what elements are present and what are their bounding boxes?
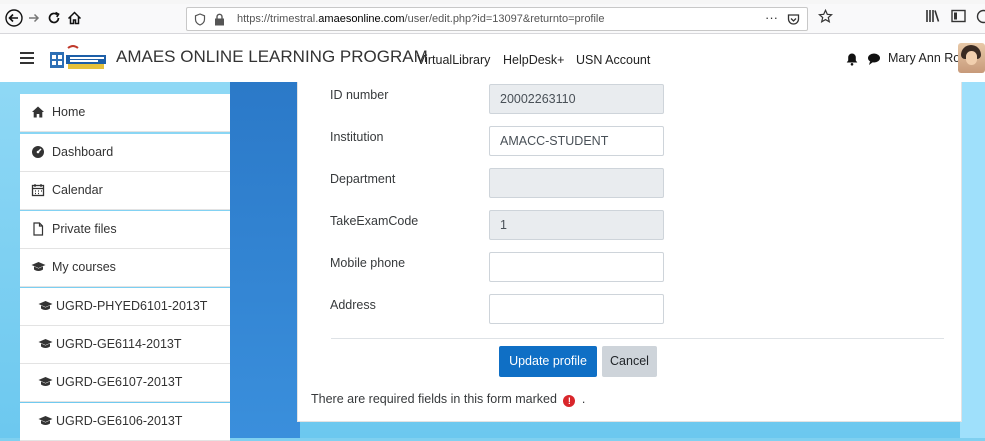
site-brand-name[interactable]: AMAES ONLINE LEARNING PROGRAM xyxy=(116,47,428,67)
institution-field[interactable]: AMACC-STUDENT xyxy=(489,126,664,156)
sidebar-item-course-phyed6101[interactable]: UGRD-PHYED6101-2013T xyxy=(20,288,230,326)
home-icon xyxy=(31,105,45,119)
sidebar-item-label: UGRD-PHYED6101-2013T xyxy=(56,299,207,313)
graduation-cap-icon xyxy=(38,375,52,389)
field-label-institution: Institution xyxy=(330,130,384,144)
nav-link-usn-account[interactable]: USN Account xyxy=(576,53,650,67)
sidebar-item-home[interactable]: Home xyxy=(20,94,230,132)
pocket-icon[interactable] xyxy=(787,12,800,34)
field-label-mobile-phone: Mobile phone xyxy=(330,256,405,270)
required-note-end: . xyxy=(582,392,585,406)
library-icon[interactable] xyxy=(925,9,940,27)
account-icon[interactable] xyxy=(976,9,985,28)
avatar[interactable] xyxy=(958,43,985,73)
sidebar-item-dashboard[interactable]: Dashboard xyxy=(20,134,230,172)
dashboard-icon xyxy=(31,145,45,159)
required-fields-note: There are required fields in this form m… xyxy=(311,392,585,407)
forward-icon[interactable] xyxy=(24,8,44,28)
nav-link-virtual-library[interactable]: VirtualLibrary xyxy=(417,53,490,67)
department-field xyxy=(489,168,664,198)
mobile-phone-field[interactable] xyxy=(489,252,664,282)
nav-drawer: Home Dashboard Calendar Private files My… xyxy=(20,82,230,438)
sidebar-item-label: My courses xyxy=(52,260,116,274)
home-browser-icon[interactable] xyxy=(64,8,84,28)
url-text: https://trimestral.amaesonline.com/user/… xyxy=(237,8,605,30)
sidebar-item-private-files[interactable]: Private files xyxy=(20,211,230,249)
field-label-id-number: ID number xyxy=(330,88,388,102)
field-label-department: Department xyxy=(330,172,395,186)
sidebar-item-label: Private files xyxy=(52,222,117,236)
cancel-button[interactable]: Cancel xyxy=(602,346,657,377)
calendar-icon xyxy=(31,183,45,197)
reload-icon[interactable] xyxy=(44,8,64,28)
sidebar-item-course-ge6106[interactable]: UGRD-GE6106-2013T xyxy=(20,403,230,441)
bookmark-star-icon[interactable] xyxy=(818,9,833,28)
background-stripe xyxy=(230,82,300,438)
field-label-take-exam-code: TakeExamCode xyxy=(330,214,418,228)
tracking-shield-icon[interactable] xyxy=(194,12,206,34)
graduation-cap-icon xyxy=(38,337,52,351)
field-label-address: Address xyxy=(330,298,376,312)
sidebar-item-my-courses[interactable]: My courses xyxy=(20,249,230,287)
id-number-field: 20002263110 xyxy=(489,84,664,114)
messages-icon[interactable] xyxy=(867,51,881,65)
nav-link-helpdesk[interactable]: HelpDesk+ xyxy=(503,53,565,67)
sidebar-item-label: Home xyxy=(52,105,85,119)
graduation-cap-icon xyxy=(31,260,45,274)
graduation-cap-icon xyxy=(38,299,52,313)
back-icon[interactable] xyxy=(4,8,24,28)
form-divider xyxy=(331,338,944,339)
sidebar-item-course-ge6107[interactable]: UGRD-GE6107-2013T xyxy=(20,364,230,402)
sidebar-toggle-icon[interactable] xyxy=(951,9,966,27)
background-right-edge xyxy=(960,82,985,438)
sidebar-item-label: UGRD-GE6107-2013T xyxy=(56,375,182,389)
sidebar-item-course-ge6114[interactable]: UGRD-GE6114-2013T xyxy=(20,326,230,364)
sidebar-item-label: Dashboard xyxy=(52,145,113,159)
file-icon xyxy=(31,222,45,236)
site-logo[interactable] xyxy=(48,44,108,74)
update-profile-button[interactable]: Update profile xyxy=(499,346,597,377)
edit-profile-form: ID number 20002263110 Institution AMACC-… xyxy=(297,82,962,422)
lock-icon[interactable] xyxy=(214,12,225,34)
sidebar-item-label: UGRD-GE6114-2013T xyxy=(56,337,182,351)
sidebar-item-calendar[interactable]: Calendar xyxy=(20,172,230,210)
menu-toggle-icon[interactable] xyxy=(20,49,34,65)
address-bar[interactable]: https://trimestral.amaesonline.com/user/… xyxy=(186,7,808,31)
page-actions-icon[interactable]: ··· xyxy=(765,7,778,29)
sidebar-item-label: UGRD-GE6106-2013T xyxy=(56,414,182,428)
browser-toolbar: https://trimestral.amaesonline.com/user/… xyxy=(0,4,985,34)
required-exclamation-icon: ! xyxy=(563,395,575,407)
take-exam-code-field: 1 xyxy=(489,210,664,240)
notification-bell-icon[interactable] xyxy=(845,51,859,65)
required-note-text: There are required fields in this form m… xyxy=(311,392,557,406)
address-field[interactable] xyxy=(489,294,664,324)
graduation-cap-icon xyxy=(38,414,52,428)
sidebar-item-label: Calendar xyxy=(52,183,103,197)
site-navbar: AMAES ONLINE LEARNING PROGRAM VirtualLib… xyxy=(0,34,985,83)
